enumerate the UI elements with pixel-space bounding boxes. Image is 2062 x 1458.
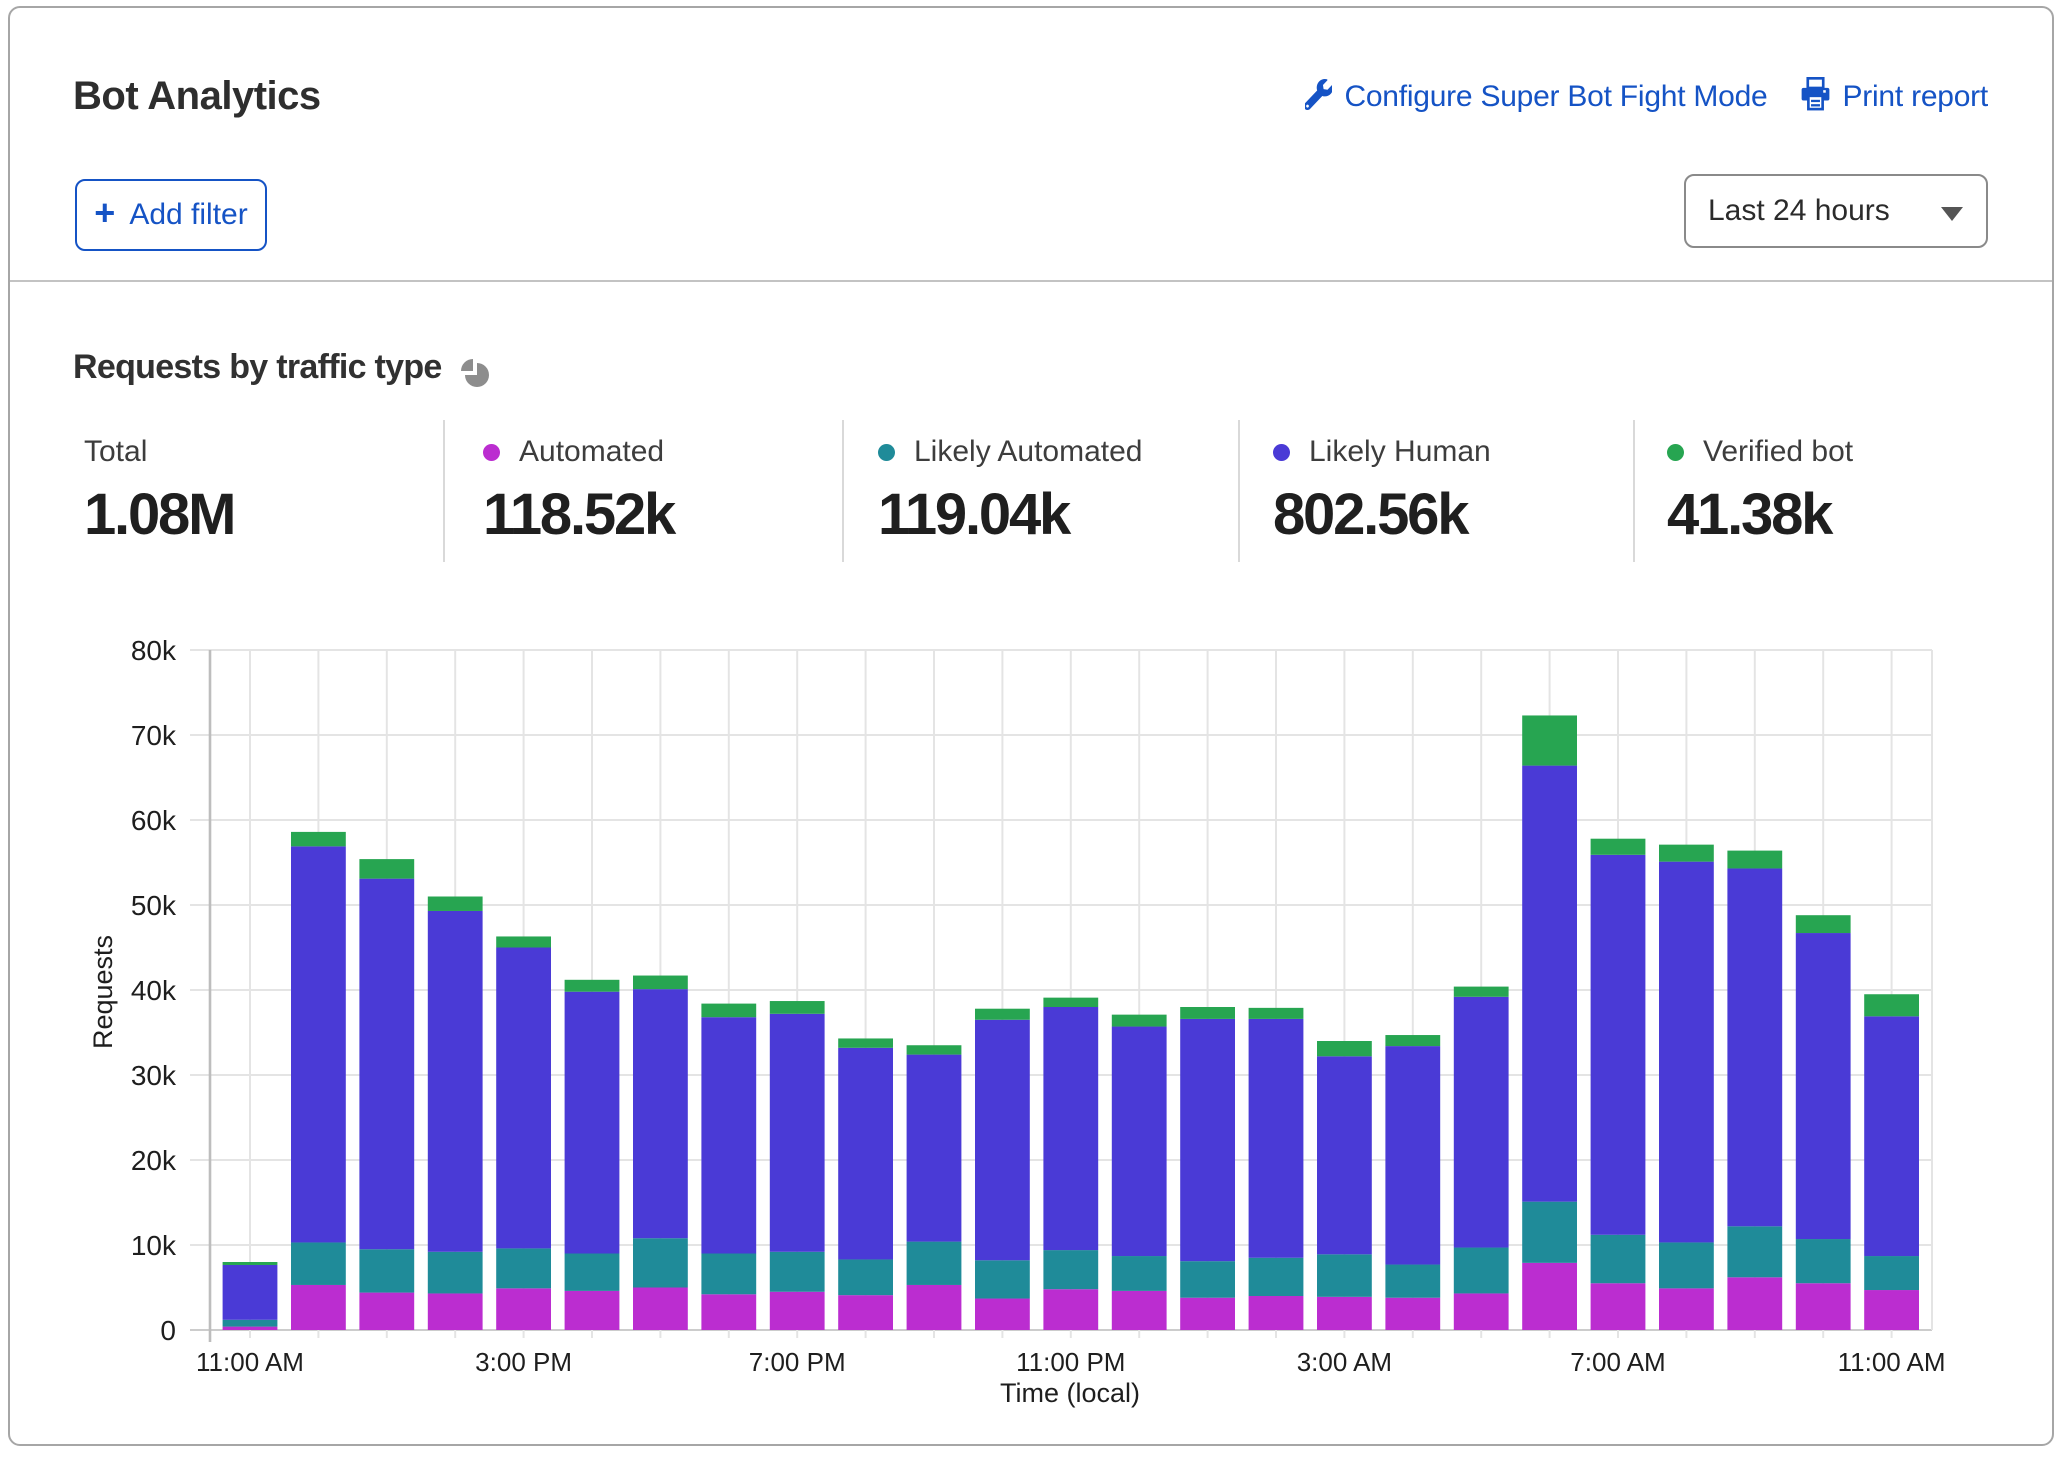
svg-text:40k: 40k: [131, 975, 177, 1006]
svg-text:7:00 AM: 7:00 AM: [1570, 1347, 1665, 1377]
svg-text:Requests: Requests: [88, 935, 118, 1049]
svg-text:80k: 80k: [131, 635, 177, 666]
svg-text:20k: 20k: [131, 1145, 177, 1176]
svg-text:0: 0: [160, 1315, 176, 1346]
svg-text:50k: 50k: [131, 890, 177, 921]
svg-text:30k: 30k: [131, 1060, 177, 1091]
svg-text:11:00 PM: 11:00 PM: [1016, 1347, 1125, 1377]
svg-text:3:00 AM: 3:00 AM: [1297, 1347, 1392, 1377]
svg-text:3:00 PM: 3:00 PM: [475, 1347, 572, 1377]
svg-text:70k: 70k: [131, 720, 177, 751]
svg-text:60k: 60k: [131, 805, 177, 836]
svg-text:7:00 PM: 7:00 PM: [749, 1347, 846, 1377]
svg-text:Time (local): Time (local): [1000, 1378, 1140, 1408]
svg-text:11:00 AM: 11:00 AM: [1838, 1347, 1946, 1377]
svg-text:10k: 10k: [131, 1230, 177, 1261]
svg-text:11:00 AM: 11:00 AM: [196, 1347, 304, 1377]
